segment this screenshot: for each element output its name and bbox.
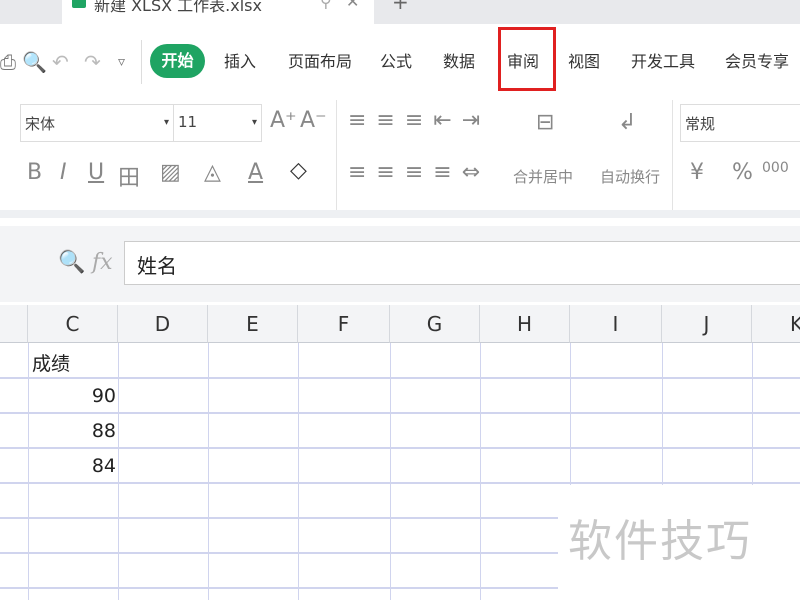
redo-icon[interactable]: ↷ [84, 50, 101, 74]
horizontal-align-icons[interactable]: ≡≡≡≡⇔ [348, 160, 490, 185]
xlsx-file-icon [72, 0, 86, 8]
formula-input[interactable]: 姓名 [124, 241, 800, 285]
chevron-down-icon: ▾ [251, 117, 257, 128]
column-header[interactable]: E [208, 305, 298, 343]
watermark: 软件技巧 [558, 485, 800, 600]
vertical-align-icons[interactable]: ≡≡≡⇤⇥ [348, 108, 490, 133]
column-header[interactable]: I [570, 305, 662, 343]
merge-icon[interactable]: ⊟ [536, 110, 554, 135]
zoom-icon[interactable]: 🔍 [58, 250, 85, 275]
review-highlight-box [498, 27, 556, 91]
new-tab-button[interactable]: + [392, 0, 409, 14]
column-header[interactable]: F [298, 305, 390, 343]
print-icon[interactable]: ⎙ [0, 50, 16, 74]
tab-member[interactable]: 会员专享 [725, 48, 789, 72]
number-format-value: 常规 [685, 115, 716, 133]
tab-formula[interactable]: 公式 [380, 48, 412, 72]
font-size-select[interactable]: 11 ▾ [173, 104, 262, 142]
divider [336, 100, 337, 210]
watermark-text: 软件技巧 [568, 516, 752, 567]
column-header[interactable]: J [662, 305, 752, 343]
italic-button[interactable]: I [60, 160, 67, 185]
pin-icon[interactable]: ⚲ [320, 0, 332, 11]
close-tab-icon[interactable]: ✕ [346, 0, 359, 11]
wrap-text-button[interactable]: 自动换行 [600, 166, 660, 187]
wrap-icon[interactable]: ↲ [618, 110, 636, 135]
font-name-value: 宋体 [25, 115, 56, 133]
border-icon[interactable]: 田 [118, 160, 140, 192]
number-format-select[interactable]: 常规 [680, 104, 800, 142]
column-header-b[interactable] [0, 305, 28, 343]
cell-c3[interactable]: 88 [28, 420, 116, 442]
customize-icon[interactable]: ▿ [118, 54, 125, 70]
tab-start[interactable]: 开始 [150, 44, 205, 78]
tab-data[interactable]: 数据 [443, 48, 475, 72]
column-header[interactable]: D [118, 305, 208, 343]
increase-font-icon[interactable]: A⁺ [270, 108, 297, 133]
column-header[interactable]: K [752, 305, 800, 343]
column-header[interactable]: H [480, 305, 570, 343]
chevron-down-icon: ▾ [163, 117, 169, 128]
tab-view[interactable]: 视图 [568, 48, 600, 72]
percent-button[interactable]: % [732, 160, 753, 185]
thousands-button[interactable]: 000 [762, 160, 789, 176]
tab-insert[interactable]: 插入 [224, 48, 256, 72]
fill-color-icon[interactable]: ◬ [204, 160, 221, 185]
font-color-icon[interactable]: A [248, 160, 263, 185]
undo-icon[interactable]: ↶ [52, 50, 69, 74]
font-size-value: 11 [178, 113, 198, 131]
clear-format-icon[interactable]: ◇ [290, 158, 307, 183]
cell-c4[interactable]: 84 [28, 455, 116, 477]
cell-style-icon[interactable]: ▨ [160, 160, 181, 185]
divider [672, 100, 673, 210]
column-header[interactable]: C [28, 305, 118, 343]
currency-button[interactable]: ¥ [690, 160, 704, 185]
fx-button[interactable]: fx [92, 250, 113, 275]
tab-developer[interactable]: 开发工具 [631, 48, 695, 72]
font-name-select[interactable]: 宋体 ▾ [20, 104, 174, 142]
column-header[interactable]: G [390, 305, 480, 343]
merge-center-button[interactable]: 合并居中 [513, 166, 573, 187]
cell-c2[interactable]: 90 [28, 385, 116, 407]
tab-page-layout[interactable]: 页面布局 [288, 48, 352, 72]
print-preview-icon[interactable]: 🔍 [22, 50, 47, 74]
decrease-font-icon[interactable]: A⁻ [300, 108, 327, 133]
bold-button[interactable]: B [27, 160, 42, 185]
document-tab[interactable]: 新建 XLSX 工作表.xlsx ⚲ ✕ [62, 0, 374, 24]
divider [141, 40, 142, 84]
underline-button[interactable]: U [88, 160, 104, 185]
cell-c1[interactable]: 成绩 [32, 349, 70, 376]
document-title: 新建 XLSX 工作表.xlsx [94, 0, 262, 15]
